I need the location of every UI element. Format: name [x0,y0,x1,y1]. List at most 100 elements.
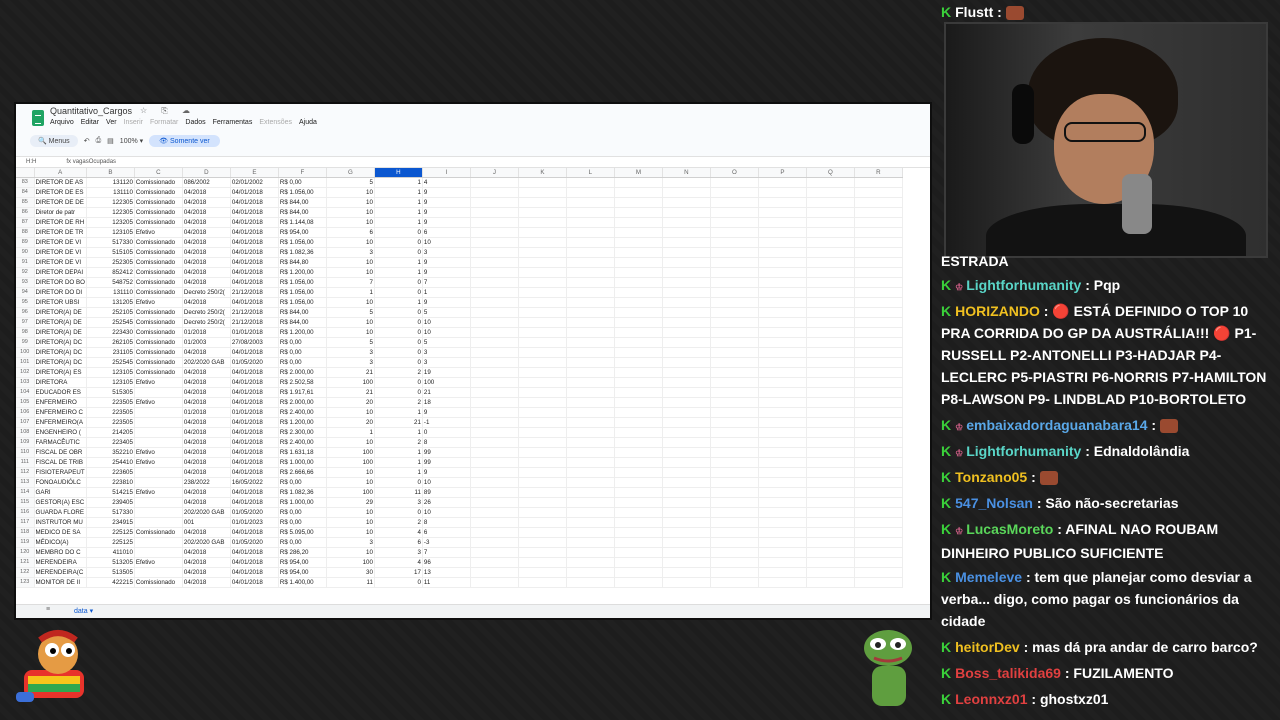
menu-item[interactable]: Editar [81,119,99,126]
menu-item[interactable]: Ferramentas [213,119,253,126]
chat-username[interactable]: Lightforhumanity [966,443,1081,459]
cell[interactable] [134,427,183,438]
cell[interactable] [758,247,807,258]
cell[interactable]: 01/2018 [182,327,231,338]
cell[interactable]: 04/01/2018 [230,187,279,198]
cell[interactable]: 252545 [86,357,135,368]
cell[interactable] [758,447,807,458]
cell[interactable]: 04/2018 [182,207,231,218]
cell[interactable] [758,277,807,288]
cell[interactable] [662,237,711,248]
cell[interactable] [614,277,663,288]
cell[interactable] [614,197,663,208]
row-number[interactable]: 121 [16,557,35,568]
cell[interactable]: Comissionado [134,257,183,268]
cell[interactable] [806,197,855,208]
cell[interactable] [518,177,567,188]
cell[interactable] [470,347,519,358]
cell[interactable]: 252545 [86,317,135,328]
cell[interactable]: 3 [422,357,471,368]
cell[interactable]: 3 [373,547,423,558]
cell[interactable] [854,357,903,368]
row-number[interactable]: 119 [16,537,35,548]
cell[interactable]: 202/2020 GAB [182,357,231,368]
cell[interactable]: 04/01/2018 [230,297,279,308]
cell[interactable]: 2 [373,437,423,448]
cell[interactable]: Decreto 250/2( [182,287,231,298]
cell[interactable]: 131110 [86,187,135,198]
cell[interactable]: 10 [326,187,375,198]
cell[interactable]: 548752 [86,277,135,288]
cell[interactable] [758,467,807,478]
cell[interactable] [518,407,567,418]
cell[interactable] [470,297,519,308]
cell[interactable]: 223605 [86,467,135,478]
cell[interactable] [518,557,567,568]
cell[interactable] [518,507,567,518]
cell[interactable] [662,187,711,198]
column-header[interactable]: Q [806,168,855,178]
cell[interactable]: 04/2018 [182,547,231,558]
cell[interactable] [662,177,711,188]
cell[interactable] [806,477,855,488]
cell[interactable]: 04/2018 [182,217,231,228]
cell[interactable] [710,297,759,308]
cell[interactable] [806,487,855,498]
cell[interactable] [518,277,567,288]
chat-username[interactable]: Flustt [955,4,993,20]
cell[interactable] [662,497,711,508]
row-number[interactable]: 92 [16,267,35,278]
cell[interactable]: 10 [422,507,471,518]
cell[interactable]: 223810 [86,477,135,488]
cell[interactable]: 1 [326,287,375,298]
cell[interactable] [806,547,855,558]
cell[interactable]: 04/2018 [182,527,231,538]
cell[interactable]: MEMBRO DO C [34,547,87,558]
cell[interactable] [470,577,519,588]
row-number[interactable]: 100 [16,347,35,358]
row-number[interactable]: 98 [16,327,35,338]
cell[interactable]: DIRETOR DE TR [34,227,87,238]
cell[interactable] [134,417,183,428]
cell[interactable] [662,287,711,298]
cell[interactable]: 04/01/2018 [230,377,279,388]
cell[interactable] [662,217,711,228]
cell[interactable]: 5 [326,307,375,318]
row-number[interactable]: 110 [16,447,35,458]
cell[interactable] [758,427,807,438]
cell[interactable]: 6 [422,527,471,538]
cell[interactable] [518,547,567,558]
cell[interactable] [518,237,567,248]
cell[interactable] [614,397,663,408]
cell[interactable] [566,297,615,308]
cell[interactable] [662,457,711,468]
cell[interactable] [470,527,519,538]
cell[interactable] [710,277,759,288]
cell[interactable]: 18 [422,397,471,408]
cell[interactable] [566,337,615,348]
cell[interactable] [662,277,711,288]
cell[interactable]: 1 [373,457,423,468]
cell[interactable] [710,307,759,318]
cell[interactable]: 1 [373,177,423,188]
row-number[interactable]: 93 [16,277,35,288]
cell[interactable]: R$ 1.056,00 [278,237,327,248]
cell[interactable] [614,447,663,458]
cell[interactable] [806,417,855,428]
cell[interactable]: 04/2018 [182,447,231,458]
cell[interactable] [710,397,759,408]
cell[interactable] [470,567,519,578]
cell[interactable] [566,317,615,328]
cell[interactable] [710,367,759,378]
cell[interactable]: R$ 1.631,18 [278,447,327,458]
cell[interactable] [518,357,567,368]
cell[interactable]: 1 [373,297,423,308]
cell[interactable]: 20 [326,397,375,408]
cell[interactable] [854,497,903,508]
cell[interactable]: DIRETOR(A) ES [34,367,87,378]
cell[interactable]: DIRETOR DE AS [34,177,87,188]
cell[interactable]: 30 [326,567,375,578]
cell[interactable]: Efetivo [134,397,183,408]
row-number[interactable]: 95 [16,297,35,308]
cell[interactable] [854,437,903,448]
